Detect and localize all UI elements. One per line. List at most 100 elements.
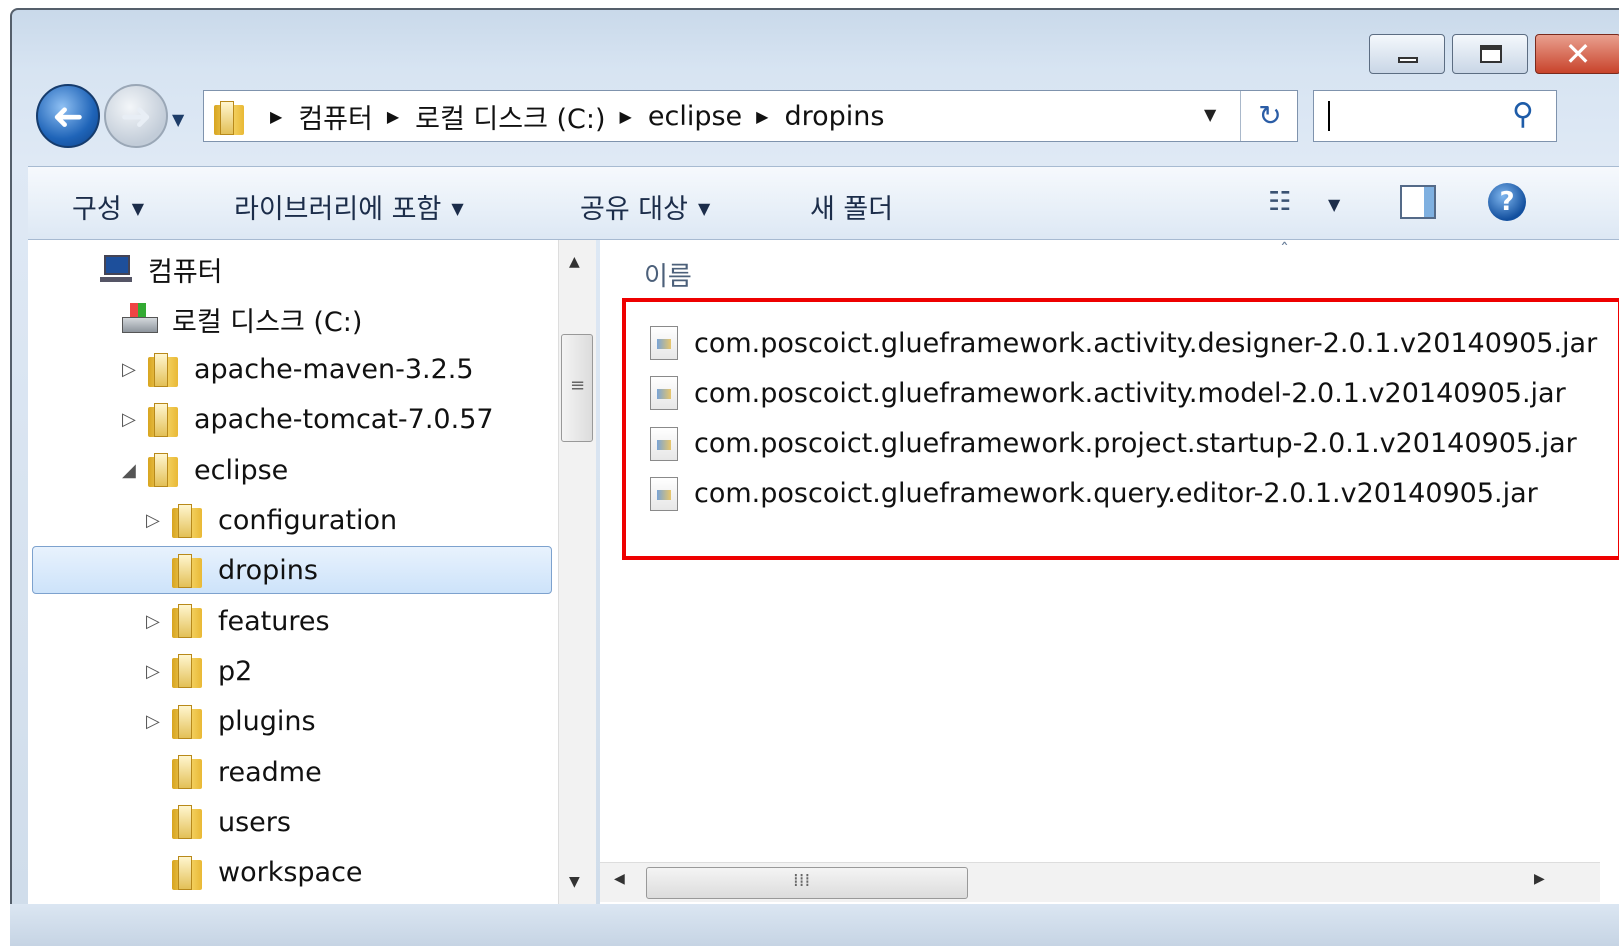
- address-bar[interactable]: ▶ 컴퓨터 ▶ 로컬 디스크 (C:) ▶ eclipse ▶ dropins …: [203, 90, 1298, 142]
- tree-item-users[interactable]: users: [172, 799, 291, 845]
- forward-arrow-icon: ➜: [120, 94, 152, 138]
- breadcrumb-separator-icon[interactable]: ▶: [756, 107, 768, 126]
- address-dropdown-icon[interactable]: ▼: [1204, 105, 1216, 124]
- sort-indicator-icon: ˆ: [1280, 240, 1289, 261]
- tree-item-dropins[interactable]: dropins: [172, 548, 318, 594]
- scrollbar-thumb[interactable]: ⁞⁞⁞: [646, 867, 968, 899]
- scroll-up-icon[interactable]: ▲: [569, 254, 580, 270]
- tree-item-label: workspace: [218, 857, 363, 889]
- tree-item-apache-tomcat-7-0-57[interactable]: ▷ apache-tomcat-7.0.57: [122, 397, 494, 443]
- tree-item-label: p2: [218, 655, 253, 687]
- breadcrumb-eclipse[interactable]: eclipse: [648, 101, 742, 132]
- change-view-icon[interactable]: ☷: [1268, 187, 1291, 217]
- tree-item-label: plugins: [218, 706, 316, 738]
- chevron-down-icon: ▼: [131, 199, 144, 218]
- search-input[interactable]: ⚲: [1313, 90, 1557, 142]
- share-with-label: 공유 대상: [580, 194, 688, 225]
- forward-button[interactable]: ➜: [104, 84, 168, 148]
- expand-arrow-icon[interactable]: ▷: [146, 711, 160, 732]
- tree-item-label: users: [218, 806, 291, 838]
- column-header-name[interactable]: 이름: [644, 256, 692, 293]
- organize-label: 구성: [72, 194, 122, 225]
- horizontal-scrollbar[interactable]: ◀ ⁞⁞⁞ ▶: [600, 862, 1600, 902]
- minimize-icon: [1398, 57, 1418, 63]
- breadcrumb-dropins[interactable]: dropins: [784, 101, 884, 132]
- navigation-scrollbar[interactable]: ▲ ≡ ▼: [558, 240, 596, 904]
- minimize-button[interactable]: [1369, 34, 1445, 74]
- include-in-library-menu[interactable]: 라이브러리에 포함 ▼: [234, 187, 464, 226]
- chevron-down-icon: ▼: [697, 199, 711, 218]
- tree-item-c[interactable]: 로컬 디스크 (C:): [122, 296, 362, 342]
- back-button[interactable]: ➜: [36, 84, 100, 148]
- folder-icon: [172, 805, 202, 840]
- folder-icon: [148, 402, 178, 437]
- back-arrow-icon: ➜: [52, 94, 84, 138]
- folder-icon: [172, 855, 202, 890]
- search-icon[interactable]: ⚲: [1512, 97, 1534, 132]
- tree-item-eclipse[interactable]: ◢ eclipse: [122, 447, 288, 493]
- expand-arrow-icon[interactable]: ▷: [122, 409, 136, 430]
- scrollbar-thumb[interactable]: ≡: [561, 334, 593, 442]
- tree-item-label: configuration: [218, 505, 398, 536]
- breadcrumb: ▶ 컴퓨터 ▶ 로컬 디스크 (C:) ▶ eclipse ▶ dropins: [256, 91, 884, 141]
- share-with-menu[interactable]: 공유 대상 ▼: [580, 187, 710, 226]
- grip-icon: ⁞⁞⁞: [793, 870, 811, 891]
- window-bottom-edge: [10, 904, 1619, 946]
- collapse-arrow-icon[interactable]: ◢: [122, 460, 136, 481]
- folder-icon: [214, 101, 244, 135]
- recent-pages-dropdown[interactable]: ▼: [172, 110, 184, 129]
- folder-icon: [148, 453, 178, 488]
- new-folder-button[interactable]: 새 폴더: [810, 187, 893, 226]
- tree-item-p2[interactable]: ▷ p2: [146, 648, 253, 694]
- breadcrumb-separator-icon[interactable]: ▶: [387, 107, 399, 126]
- scroll-left-icon[interactable]: ◀: [614, 871, 625, 887]
- computer-icon: [100, 255, 132, 283]
- maximize-icon: [1480, 45, 1502, 63]
- maximize-button[interactable]: [1452, 34, 1528, 74]
- breadcrumb-separator-icon[interactable]: ▶: [270, 107, 282, 126]
- close-icon: ✕: [1564, 35, 1592, 73]
- tree-item-label: features: [218, 605, 330, 637]
- tree-item-label: readme: [218, 756, 322, 788]
- breadcrumb-computer[interactable]: 컴퓨터: [298, 97, 373, 136]
- tree-item-readme[interactable]: readme: [172, 749, 322, 795]
- expand-arrow-icon[interactable]: ▷: [146, 510, 160, 531]
- scroll-right-icon[interactable]: ▶: [1534, 871, 1545, 887]
- breadcrumb-local-disk[interactable]: 로컬 디스크 (C:): [415, 97, 605, 136]
- folder-icon: [172, 704, 202, 739]
- expand-arrow-icon[interactable]: ▷: [146, 661, 160, 682]
- help-icon[interactable]: ?: [1488, 183, 1526, 221]
- breadcrumb-separator-icon[interactable]: ▶: [620, 107, 632, 126]
- close-button[interactable]: ✕: [1535, 34, 1619, 74]
- text-caret: [1328, 101, 1330, 131]
- tree-item-plugins[interactable]: ▷ plugins: [146, 699, 316, 745]
- tree-item-apache-maven-3-2-5[interactable]: ▷ apache-maven-3.2.5: [122, 347, 474, 393]
- tree-item-workspace[interactable]: workspace: [172, 850, 363, 896]
- expand-arrow-icon[interactable]: ▷: [146, 611, 160, 632]
- folder-icon: [172, 604, 202, 639]
- scroll-down-icon[interactable]: ▼: [569, 874, 580, 890]
- refresh-button[interactable]: ↻: [1240, 91, 1299, 141]
- folder-icon: [172, 503, 202, 538]
- tree-item-label: 컴퓨터: [148, 256, 223, 288]
- tree-item-label: apache-tomcat-7.0.57: [194, 404, 494, 436]
- tree-item-features[interactable]: ▷ features: [146, 598, 330, 644]
- chevron-down-icon[interactable]: ▼: [1328, 195, 1340, 214]
- folder-icon: [172, 553, 202, 588]
- organize-menu[interactable]: 구성 ▼: [72, 187, 144, 226]
- include-library-label: 라이브러리에 포함: [234, 194, 442, 225]
- folder-icon: [172, 755, 202, 789]
- expand-arrow-icon[interactable]: ▷: [122, 359, 136, 380]
- folder-icon: [172, 654, 202, 689]
- preview-pane-icon[interactable]: [1400, 185, 1436, 219]
- annotation-highlight-box: [622, 298, 1619, 560]
- grip-icon: ≡: [570, 375, 586, 396]
- command-bar: 구성 ▼ 라이브러리에 포함 ▼ 공유 대상 ▼ 새 폴더 ☷ ▼ ?: [28, 166, 1619, 240]
- tree-item-label: dropins: [218, 555, 318, 587]
- drive-icon: [122, 303, 158, 335]
- tree-item-label: 로컬 디스크 (C:): [172, 306, 363, 338]
- folder-icon: [148, 352, 178, 387]
- chevron-down-icon: ▼: [451, 199, 464, 218]
- tree-item-[interactable]: 컴퓨터: [100, 246, 223, 292]
- tree-item-configuration[interactable]: ▷ configuration: [146, 498, 398, 544]
